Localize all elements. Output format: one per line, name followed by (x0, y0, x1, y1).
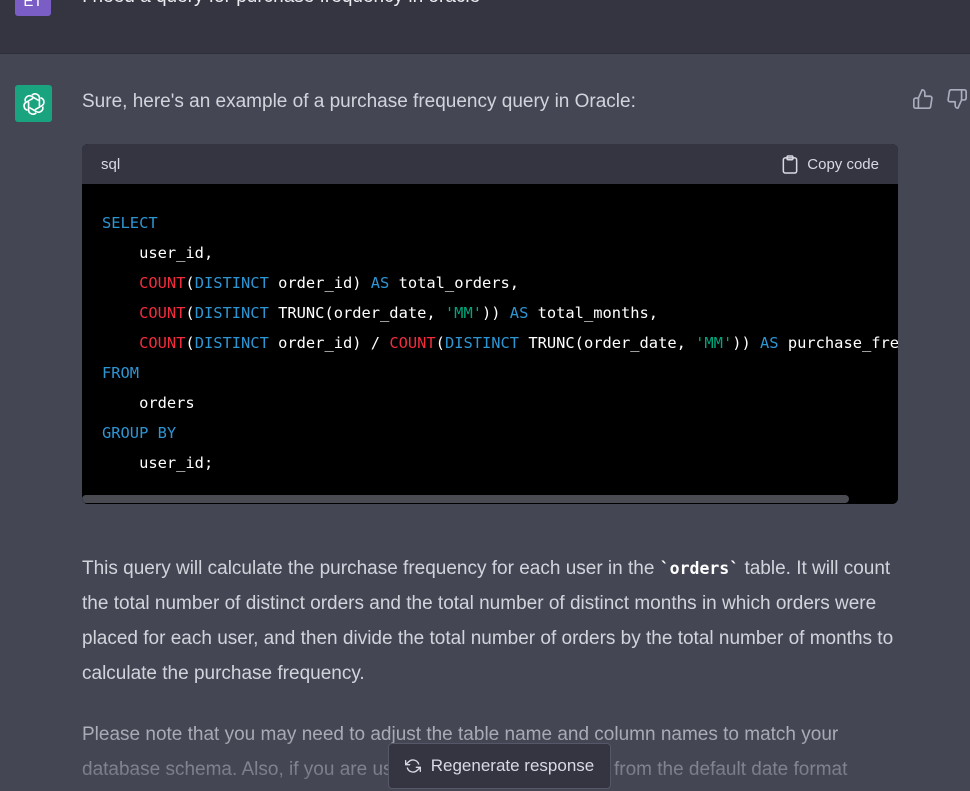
code-string: 'MM' (444, 304, 482, 322)
code-keyword: AS (509, 304, 529, 322)
code-text: total_months, (528, 304, 659, 322)
code-text: )) (481, 304, 510, 322)
code-keyword: DISTINCT (194, 304, 269, 322)
code-keyword: DISTINCT (194, 274, 269, 292)
explanation-paragraph: This query will calculate the purchase f… (82, 551, 902, 691)
code-function: COUNT (139, 304, 186, 322)
code-language-label: sql (101, 155, 121, 173)
thumbs-up-icon[interactable] (912, 88, 934, 110)
code-text: TRUNC(order_date, (519, 334, 696, 352)
code-text: user_id; (139, 454, 214, 472)
code-keyword: DISTINCT (194, 334, 269, 352)
code-keyword: FROM (102, 364, 140, 382)
code-block-header: sql Copy code (82, 144, 898, 184)
code-text: purchase_freque (787, 334, 898, 352)
user-message-row: ET I need a query for purchase frequency… (0, 0, 970, 54)
code-text: )) (732, 334, 761, 352)
user-avatar: ET (15, 0, 51, 16)
thumbs-down-icon[interactable] (946, 88, 968, 110)
copy-code-label: Copy code (807, 155, 879, 173)
code-keyword: GROUP BY (102, 424, 177, 442)
code-keyword: DISTINCT (444, 334, 520, 352)
code-function: COUNT (139, 274, 186, 292)
code-function: COUNT (139, 334, 186, 352)
code-text: TRUNC(order_date, (268, 304, 445, 322)
regenerate-label: Regenerate response (430, 756, 595, 775)
openai-logo-icon (22, 92, 45, 115)
code-keyword: SELECT (102, 214, 158, 232)
refresh-icon (404, 759, 421, 773)
code-text: orders (139, 394, 195, 412)
code-string: 'MM' (695, 334, 733, 352)
assistant-avatar (15, 85, 52, 122)
user-message-text: I need a query for purchase frequency in… (82, 0, 480, 8)
code-content: SELECT user_id, COUNT(DISTINCT order_id)… (82, 184, 898, 478)
code-block: sql Copy code SELECT user_id, COUNT(DIST… (82, 144, 898, 504)
scrollbar-thumb[interactable] (82, 495, 849, 503)
regenerate-response-button[interactable]: Regenerate response (388, 743, 611, 789)
code-text: total_orders, (389, 274, 520, 292)
paragraph-text: This query will calculate the purchase f… (82, 558, 660, 579)
code-text: order_id) / (268, 334, 390, 352)
code-function: COUNT (389, 334, 436, 352)
code-keyword: AS (760, 334, 779, 352)
code-keyword: AS (370, 274, 390, 292)
code-text: order_id) (268, 274, 371, 292)
assistant-intro: Sure, here's an example of a purchase fr… (82, 91, 636, 112)
clipboard-icon (782, 154, 798, 174)
code-text: user_id, (139, 244, 214, 262)
code-horizontal-scrollbar[interactable] (82, 494, 898, 504)
copy-code-button[interactable]: Copy code (781, 154, 879, 174)
inline-code: `orders` (659, 559, 740, 578)
